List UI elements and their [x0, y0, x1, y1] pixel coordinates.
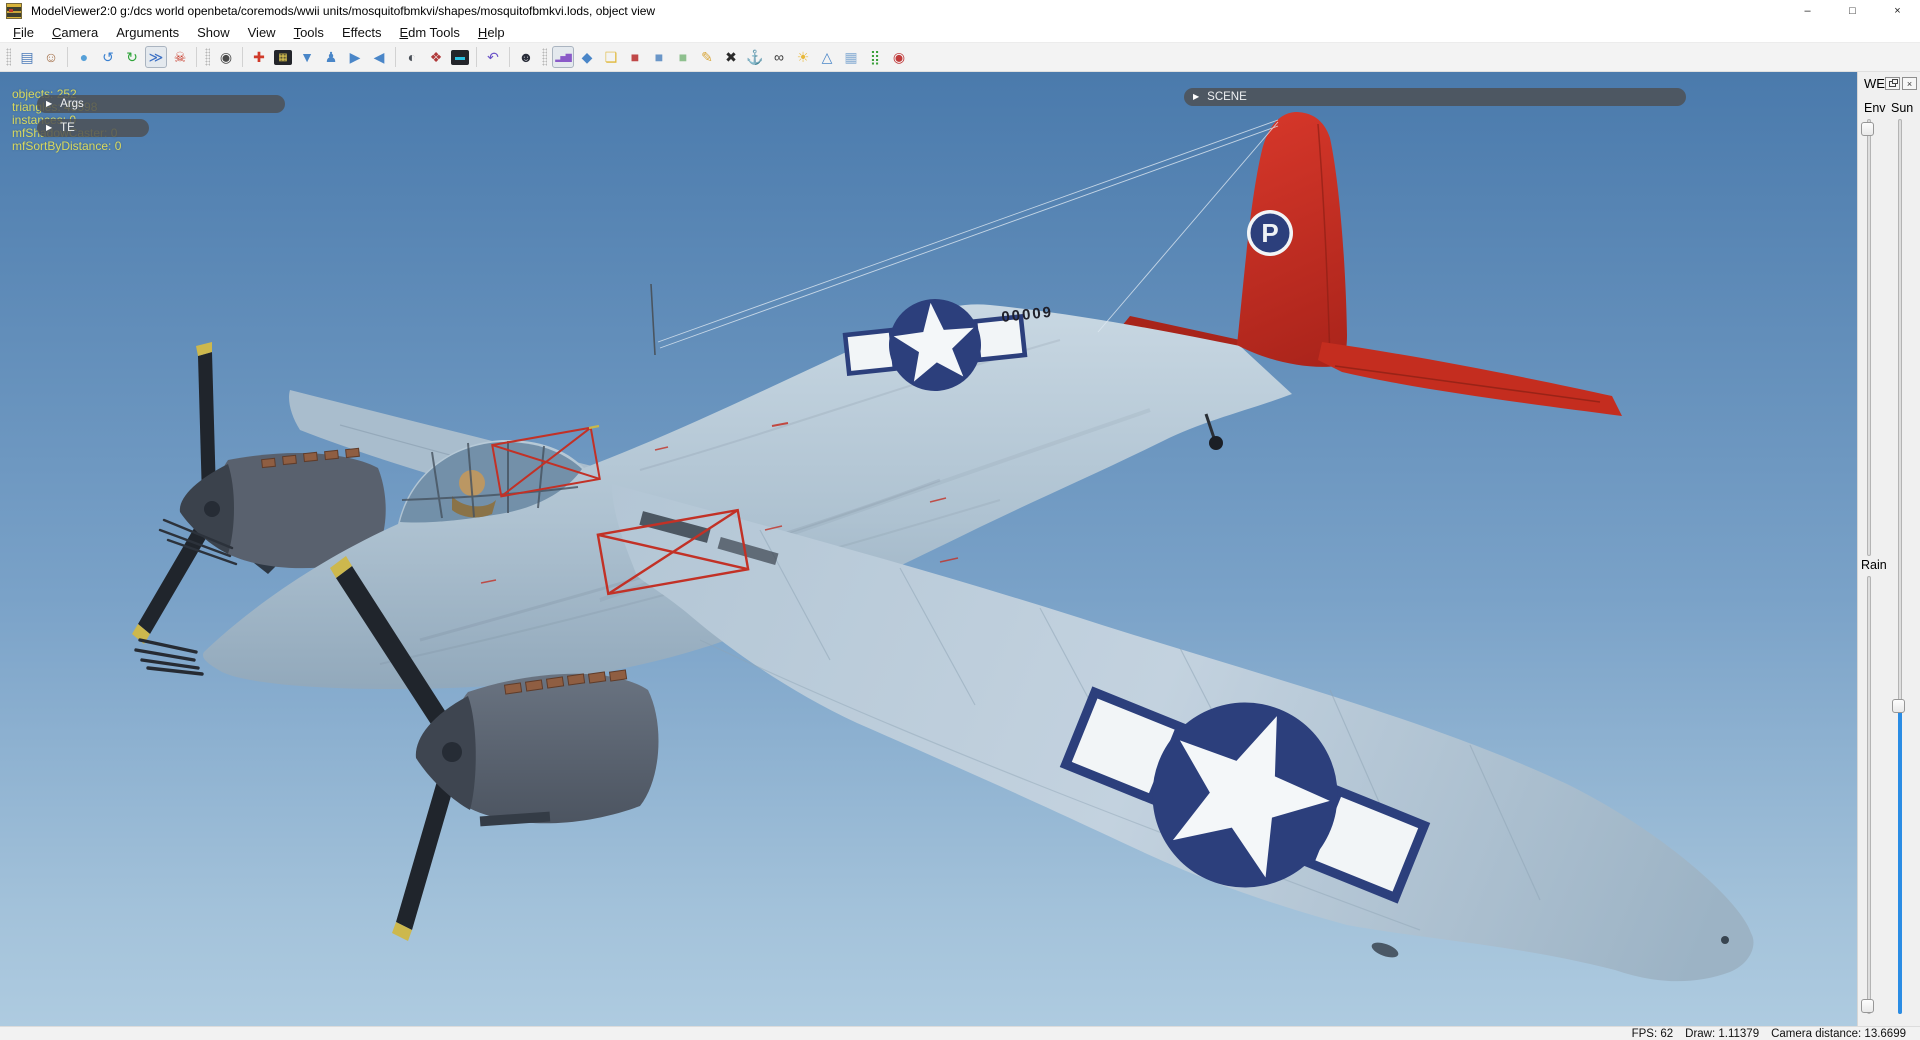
- fps-value: FPS: 62: [1631, 1027, 1674, 1040]
- bar-chart-icon[interactable]: ▂▅▇: [552, 46, 574, 68]
- uv-grid-icon[interactable]: ▦: [274, 49, 292, 65]
- screen-bar-icon[interactable]: ▬: [451, 49, 469, 65]
- window-controls: – □ ×: [1785, 0, 1920, 22]
- args-panel[interactable]: ▶ Args: [37, 95, 285, 113]
- green-cube-icon[interactable]: ■: [672, 46, 694, 68]
- undo-icon[interactable]: ↶: [482, 46, 504, 68]
- close-icon: ×: [1906, 78, 1913, 89]
- measure-icon[interactable]: ✎: [696, 46, 718, 68]
- modelviewer-window: ModelViewer2:0 g:/dcs world openbeta/cor…: [0, 0, 1920, 1040]
- skeleton-icon[interactable]: ☠: [169, 46, 191, 68]
- gem-icon[interactable]: ◆: [576, 46, 598, 68]
- dot-grid-icon[interactable]: ▦: [840, 46, 862, 68]
- close-button[interactable]: ×: [1875, 0, 1920, 22]
- toolbar-separator: [476, 47, 477, 67]
- toolbar-separator: [242, 47, 243, 67]
- restore-icon: [1889, 78, 1898, 87]
- expand-icon: ▶: [46, 99, 53, 108]
- viewport-canvas[interactable]: 00009 P: [0, 72, 1857, 1026]
- penguin-icon[interactable]: ☻: [515, 46, 537, 68]
- sun-slider-fill: [1898, 706, 1902, 1014]
- play-left-icon[interactable]: ◀: [368, 46, 390, 68]
- maximize-button[interactable]: □: [1830, 0, 1875, 22]
- primitives-icon[interactable]: ❖: [425, 46, 447, 68]
- te-panel[interactable]: ▶ TE: [37, 119, 149, 137]
- menu-effects[interactable]: Effects: [333, 23, 391, 42]
- env-label: Env: [1864, 101, 1886, 115]
- globe-icon[interactable]: ●: [73, 46, 95, 68]
- ship-icon[interactable]: ⚓: [744, 46, 766, 68]
- menu-bar: File Camera Arguments Show View Tools Effects E…: [0, 22, 1920, 42]
- open-file-icon[interactable]: ▤: [16, 46, 38, 68]
- red-cube-icon[interactable]: ■: [624, 46, 646, 68]
- scene-panel[interactable]: ▶ SCENE: [1184, 88, 1686, 106]
- goggles-icon[interactable]: ∞: [768, 46, 790, 68]
- toolbar-grip[interactable]: [542, 48, 547, 66]
- sphere-preview-icon[interactable]: ◐: [401, 46, 423, 68]
- play-right-icon[interactable]: ▶: [344, 46, 366, 68]
- minimize-button[interactable]: –: [1785, 0, 1830, 22]
- toolbar-separator: [395, 47, 396, 67]
- cone-filter-icon[interactable]: ▼: [296, 46, 318, 68]
- menu-arguments[interactable]: Arguments: [107, 23, 188, 42]
- window-title: ModelViewer2:0 g:/dcs world openbeta/cor…: [31, 4, 656, 18]
- env-slider-thumb[interactable]: [1861, 122, 1874, 136]
- status-bar: FPS: 62 Draw: 1.11379 Camera distance: 1…: [0, 1026, 1920, 1040]
- menu-show[interactable]: Show: [188, 23, 239, 42]
- bones-icon[interactable]: ✖: [720, 46, 742, 68]
- sun-slider-thumb[interactable]: [1892, 699, 1905, 713]
- tail-letter: P: [1261, 218, 1278, 248]
- expand-icon: ▶: [1193, 92, 1200, 101]
- debug-line: mfSortByDistance: 0: [12, 139, 122, 153]
- menu-file[interactable]: File: [4, 23, 43, 42]
- add-user-icon[interactable]: ☺: [40, 46, 62, 68]
- pyramid-icon[interactable]: △: [816, 46, 838, 68]
- shell-icon[interactable]: ☀: [792, 46, 814, 68]
- green-grid-icon[interactable]: ⣿: [864, 46, 886, 68]
- panel-restore-button[interactable]: [1885, 77, 1900, 90]
- env-slider-track[interactable]: [1867, 119, 1871, 556]
- scene-panel-label: SCENE: [1207, 91, 1247, 103]
- pivot-point-icon[interactable]: ✚: [248, 46, 270, 68]
- panel-close-button[interactable]: ×: [1902, 77, 1917, 90]
- fast-forward-box-icon[interactable]: ≫: [145, 46, 167, 68]
- toolbar: ▤ ☺ ● ↺ ↻ ≫ ☠ ◉ ✚ ▦ ▼ ♟ ▶ ◀ ◐ ❖ ▬ ↶ ☻ ▂▅▇ ◆ ❏ ■ ■ ■ ✎ ✖ ⚓ ∞ ☀ △ ▦ ⣿ ◉: [0, 42, 1920, 72]
- menu-camera[interactable]: Camera: [43, 23, 107, 42]
- te-panel-label: TE: [60, 122, 75, 134]
- rain-label: Rain: [1861, 558, 1887, 572]
- refresh-icon[interactable]: ↻: [121, 46, 143, 68]
- args-panel-label: Args: [60, 98, 84, 110]
- blue-cube-icon[interactable]: ■: [648, 46, 670, 68]
- menu-tools[interactable]: Tools: [285, 23, 333, 42]
- figure-icon[interactable]: ♟: [320, 46, 342, 68]
- expand-icon: ▶: [46, 123, 53, 132]
- rotate-ccw-icon[interactable]: ↺: [97, 46, 119, 68]
- weather-panel: WE... × Env Sun Rain: [1857, 72, 1920, 1026]
- toolbar-separator: [509, 47, 510, 67]
- rain-slider-track[interactable]: [1867, 576, 1871, 1014]
- menu-help[interactable]: Help: [469, 23, 514, 42]
- camera-distance-value: Camera distance: 13.6699: [1771, 1027, 1906, 1040]
- title-bar[interactable]: ModelViewer2:0 g:/dcs world openbeta/cor…: [0, 0, 1920, 22]
- menu-edm-tools[interactable]: Edm Tools: [390, 23, 468, 42]
- toolbar-separator: [196, 47, 197, 67]
- toolbar-grip[interactable]: [205, 48, 210, 66]
- toolbar-separator: [67, 47, 68, 67]
- target-icon[interactable]: ◉: [888, 46, 910, 68]
- webcam-icon[interactable]: ◉: [215, 46, 237, 68]
- app-icon: [6, 3, 22, 19]
- rain-slider-thumb[interactable]: [1861, 999, 1874, 1013]
- menu-view[interactable]: View: [239, 23, 285, 42]
- draw-value: Draw: 1.11379: [1685, 1027, 1760, 1040]
- folder-icon[interactable]: ❏: [600, 46, 622, 68]
- viewport[interactable]: 00009 P objects: 252 triangles: instance…: [0, 72, 1857, 1026]
- sun-label: Sun: [1891, 101, 1914, 115]
- toolbar-grip[interactable]: [6, 48, 11, 66]
